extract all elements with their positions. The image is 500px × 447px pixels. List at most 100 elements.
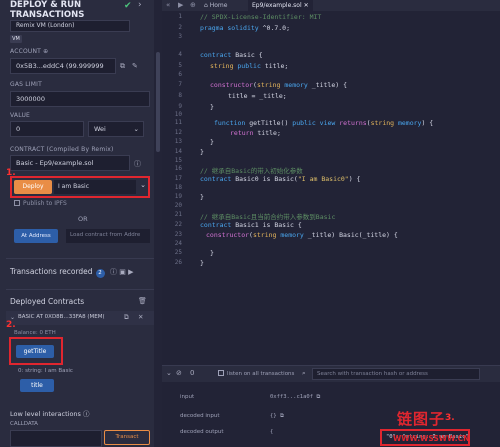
account-select[interactable]: 0x5B3...eddC4 (99.999999 xyxy=(10,58,116,74)
code-token: Basic1 is Basic { xyxy=(231,221,302,229)
checkbox-box[interactable] xyxy=(218,370,224,376)
line-number: 14 xyxy=(174,148,182,155)
transactions-recorded-label: Transactions recorded 2 xyxy=(10,267,105,278)
code-token: _title) { xyxy=(307,81,347,89)
line-number: 23 xyxy=(174,231,182,238)
info-icon: ⓘ xyxy=(110,268,117,276)
environment-select[interactable]: Remix VM (London) xyxy=(10,20,130,32)
close-icon[interactable]: ✕ xyxy=(138,313,143,321)
code-token: Basic { xyxy=(231,51,263,59)
deploy-button[interactable]: Deploy xyxy=(14,180,52,194)
line-number: 24 xyxy=(174,240,182,247)
publish-ipfs-checkbox[interactable]: Publish to IPFS xyxy=(14,200,67,207)
line-number: 8 xyxy=(178,92,182,99)
code-token: string xyxy=(370,119,395,127)
code-token: public view xyxy=(292,119,336,127)
code-token: string xyxy=(256,81,281,89)
contract-label: CONTRACT (Compiled By Remix) xyxy=(10,146,114,153)
contract-select[interactable]: Basic - Ep9/example.sol xyxy=(10,155,130,171)
code-editor[interactable]: « ▶ ⊕ ⌂ Home Ep9/example.sol ✕ 123456789… xyxy=(162,0,500,365)
code-area[interactable]: // SPDX-License-Identifier: MIT pragma s… xyxy=(200,11,500,365)
line-number: 6 xyxy=(178,71,182,78)
deploy-row: Deploy I am Basic ⌄ xyxy=(10,176,150,198)
code-line: return title; xyxy=(230,129,281,137)
copy-icon[interactable]: ⧉ xyxy=(124,313,129,322)
edit-icon[interactable]: ✎ xyxy=(132,62,138,70)
watermark-title: 链图子 xyxy=(397,410,446,428)
code-line: constructor(string memory _title) Basic(… xyxy=(206,231,398,239)
clear-icon[interactable]: ⊘ xyxy=(176,369,182,377)
code-line: } xyxy=(200,193,204,201)
line-number: 9 xyxy=(178,103,182,110)
watermark-url: WWW.WSSWW.CN xyxy=(393,434,470,443)
account-label: ACCOUNT ⊕ xyxy=(10,48,48,55)
tx-actions: ⓘ ▣ ▶ xyxy=(110,267,133,277)
transact-button[interactable]: Transact xyxy=(104,430,150,445)
chevron-left-icon[interactable]: « xyxy=(166,0,170,11)
tab-example-sol[interactable]: Ep9/example.sol ✕ xyxy=(248,0,313,11)
chevron-down-icon[interactable]: ⌄ xyxy=(166,369,172,377)
contract-instance[interactable]: ⌄ BASIC AT 0XD8B...33FA8 (MEM( ⧉ ✕ xyxy=(6,311,154,325)
code-token: contract xyxy=(200,175,232,183)
code-line: string public title; xyxy=(210,62,288,70)
deploy-panel: DEPLOY & RUN TRANSACTIONS ✔ › Remix VM (… xyxy=(6,0,154,447)
terminal-toolbar: ⌄ ⊘ 0 listen on all transactions ⌕ Searc… xyxy=(162,366,500,382)
listen-checkbox[interactable]: listen on all transactions xyxy=(218,370,294,377)
publish-label: Publish to IPFS xyxy=(23,200,67,207)
code-line: } xyxy=(200,148,204,156)
code-line: contract Basic0 is Basic("I am Basic0") … xyxy=(200,175,360,183)
code-token: returns xyxy=(339,119,367,127)
panel-scrollbar[interactable] xyxy=(154,0,162,447)
line-gutter: 1 2 3 4 5 6 7 8 9 10 11 12 13 14 15 16 17 18 19 20 21 22 23 24 2… xyxy=(162,11,186,365)
search-icon: ⌕ xyxy=(302,369,306,377)
code-line: title = _title; xyxy=(228,92,287,100)
value-input[interactable]: 0 xyxy=(10,121,84,137)
line-number: 1 xyxy=(178,13,182,20)
code-token: public xyxy=(233,62,261,70)
line-number: 25 xyxy=(174,249,182,256)
checkbox-box[interactable] xyxy=(14,200,20,206)
zoom-icon[interactable]: ⊕ xyxy=(190,0,196,11)
code-line: // 继承自Basic且当前合约带入参数到Basic xyxy=(200,213,336,221)
transactions-recorded-section[interactable]: Transactions recorded 2 ⓘ ▣ ▶ xyxy=(6,258,154,286)
gettitle-button[interactable]: getTitle xyxy=(16,345,54,358)
trash-icon[interactable]: 🗑 xyxy=(138,297,147,305)
code-line: contract Basic { xyxy=(200,51,263,59)
info-icon: ⓘ xyxy=(83,410,90,418)
copy-icon[interactable]: ⧉ xyxy=(120,62,125,71)
code-token: ^0.7.0; xyxy=(258,24,291,32)
play-icon[interactable]: ▶ xyxy=(178,0,183,11)
info-icon: ⓘ xyxy=(134,160,141,168)
decoded-input-text: {} xyxy=(270,413,277,419)
plus-icon[interactable]: ⊕ xyxy=(43,48,48,55)
close-icon[interactable]: ✕ xyxy=(304,2,309,9)
chevron-right-icon[interactable]: › xyxy=(138,0,142,10)
save-icon[interactable]: ▣ xyxy=(119,268,126,276)
code-token: string xyxy=(252,231,277,239)
deployed-contracts-label: Deployed Contracts xyxy=(10,297,85,306)
copy-icon[interactable]: ⧉ xyxy=(280,413,284,419)
tab-home[interactable]: ⌂ Home xyxy=(200,0,231,11)
play-icon[interactable]: ▶ xyxy=(128,268,133,276)
gas-limit-input[interactable]: 3000000 xyxy=(10,91,150,107)
value-unit-select[interactable]: Wei ⌄ xyxy=(88,121,144,137)
code-token: contract xyxy=(200,221,232,229)
low-level-label: Low level interactions ⓘ xyxy=(10,408,90,418)
terminal-search-input[interactable]: Search with transaction hash or address xyxy=(312,368,480,380)
tab-bar: « ▶ ⊕ ⌂ Home Ep9/example.sol ✕ xyxy=(162,0,500,11)
load-contract-input[interactable]: Load contract from Addre xyxy=(66,229,150,243)
panel-title: DEPLOY & RUN TRANSACTIONS xyxy=(10,0,84,20)
at-address-button[interactable]: At Address xyxy=(14,229,58,243)
copy-icon[interactable]: ⧉ xyxy=(316,394,320,400)
deploy-arg-input[interactable]: I am Basic xyxy=(54,180,136,194)
code-line: } xyxy=(210,103,214,111)
value-label: VALUE xyxy=(10,112,31,119)
code-token: title; xyxy=(253,129,281,137)
calldata-input[interactable] xyxy=(10,430,102,447)
account-label-text: ACCOUNT xyxy=(10,48,42,55)
title-button[interactable]: title xyxy=(20,379,54,392)
scrollbar-thumb[interactable] xyxy=(156,52,160,152)
decoded-input-label: decoded input xyxy=(180,413,220,419)
value-unit-text: Wei xyxy=(94,125,106,133)
chevron-down-icon[interactable]: ⌄ xyxy=(138,181,148,193)
